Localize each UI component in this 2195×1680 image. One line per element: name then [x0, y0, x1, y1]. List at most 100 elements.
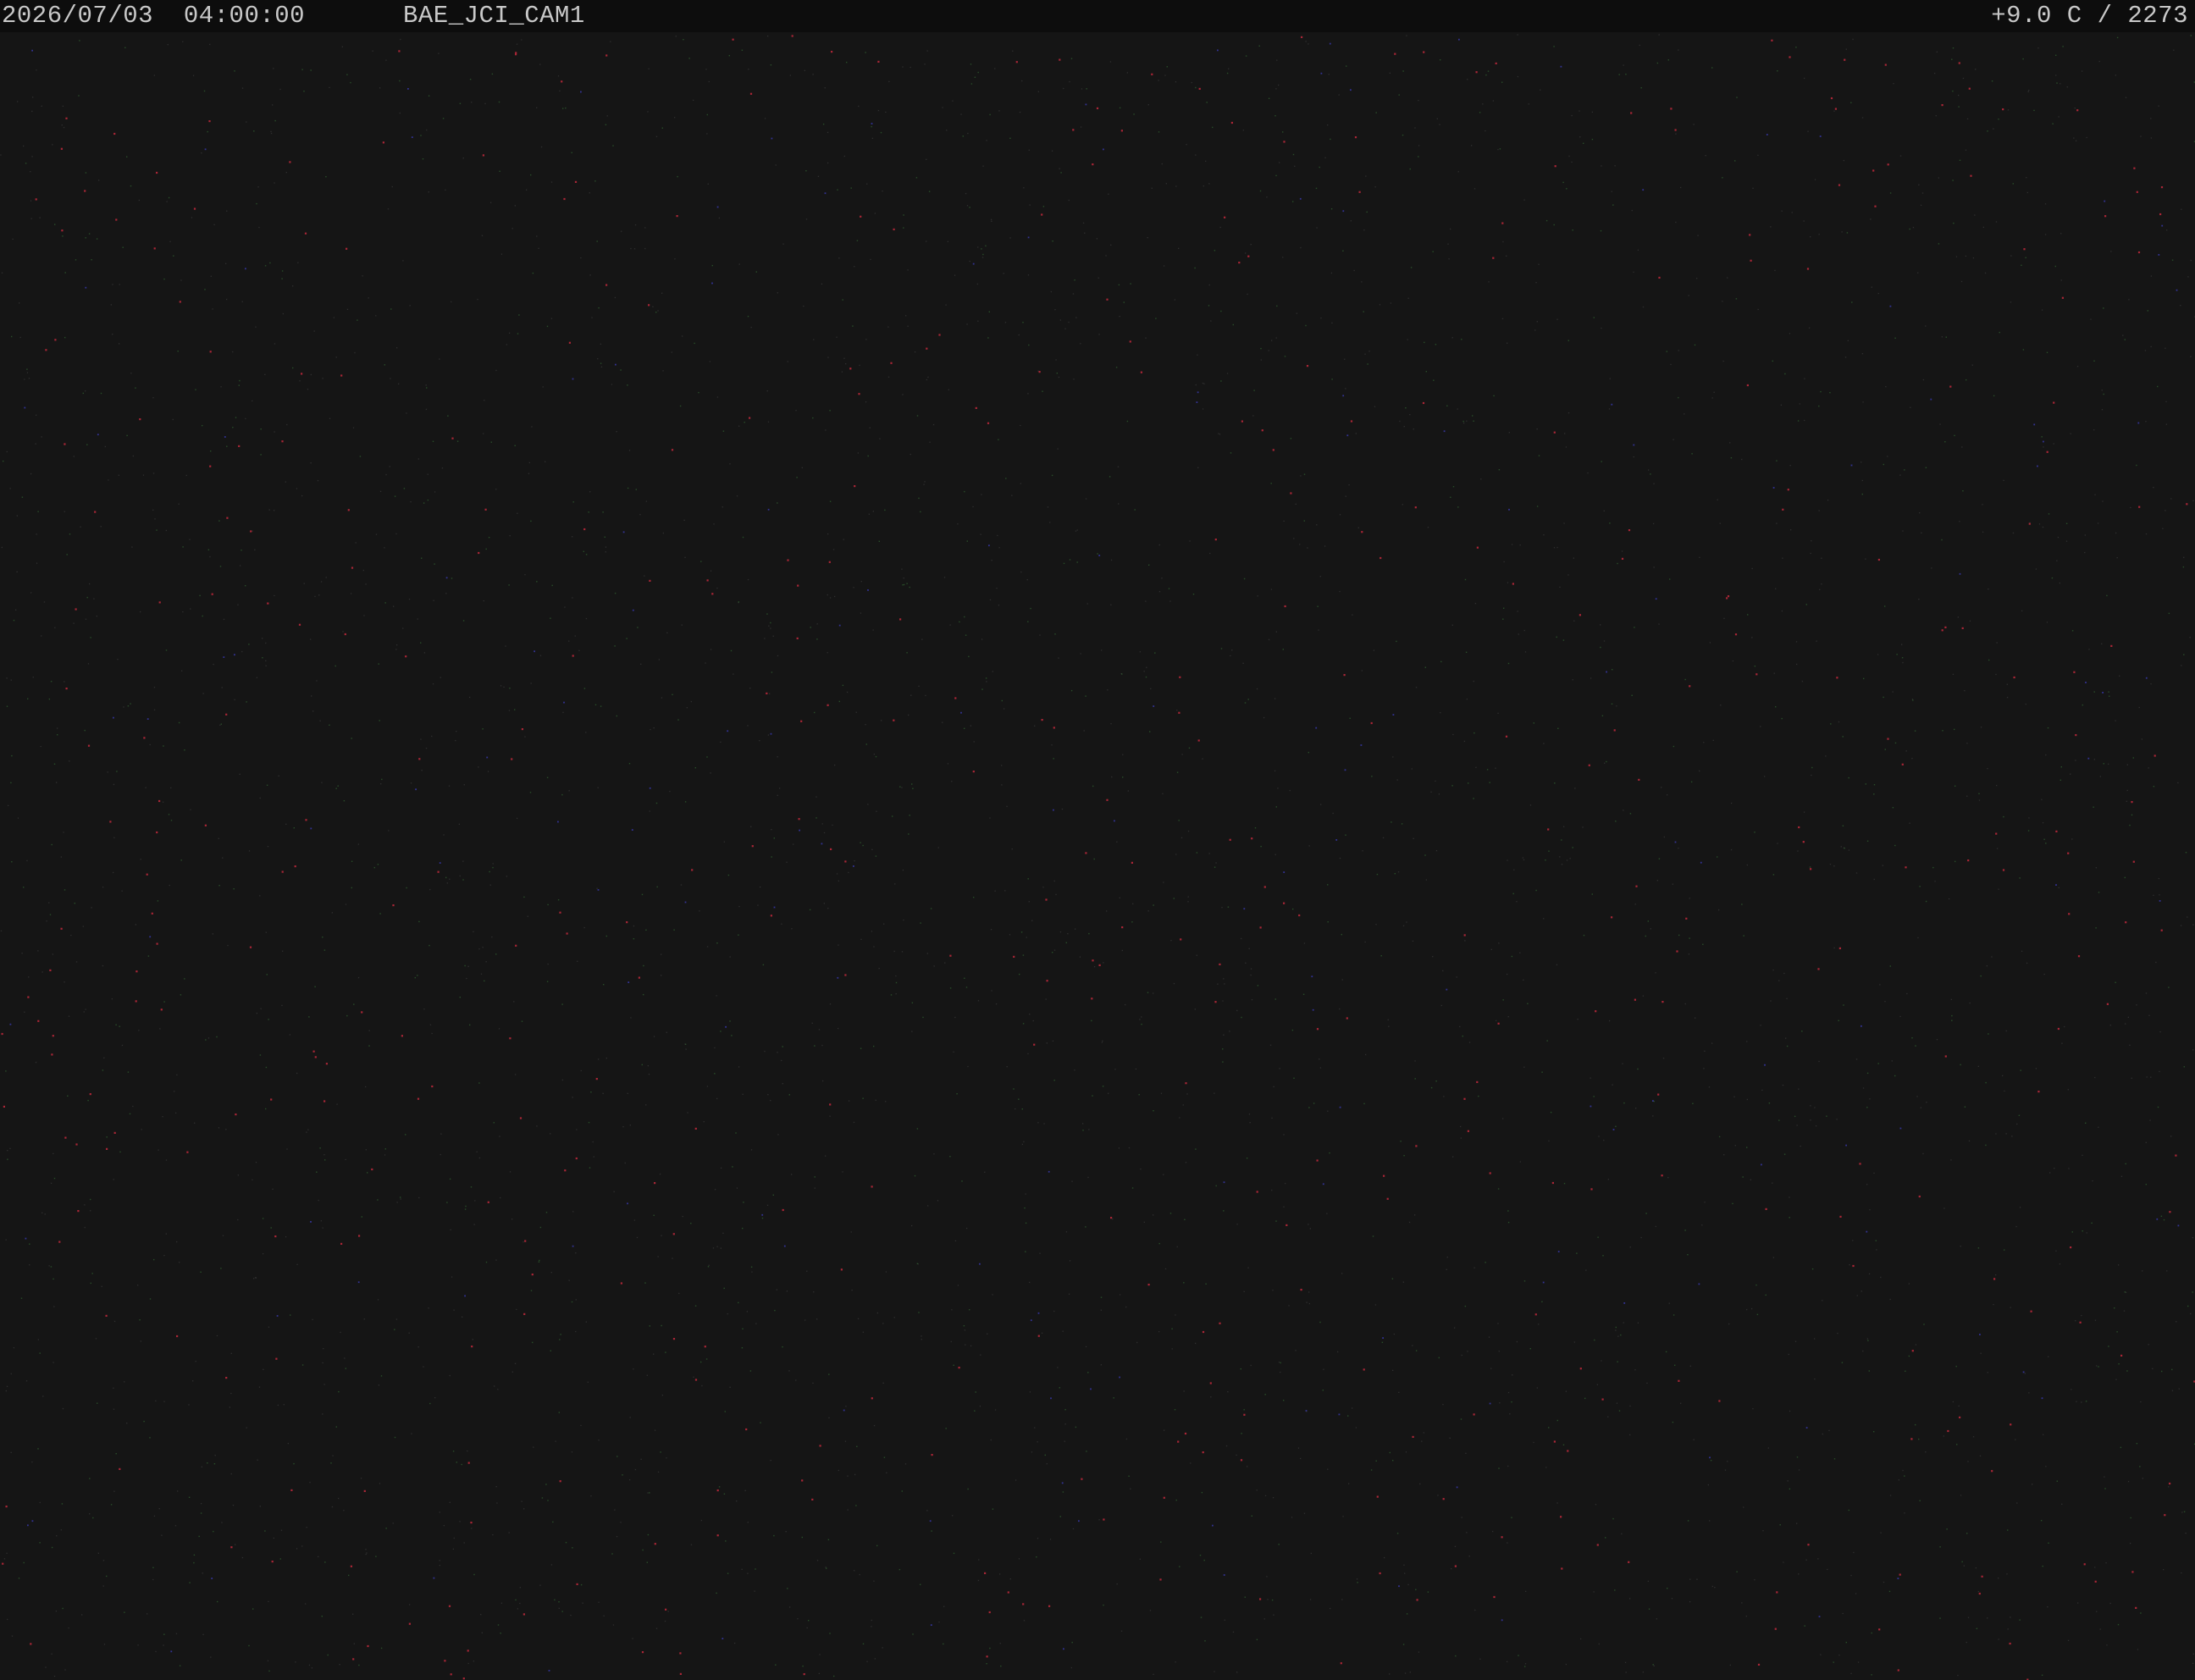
sensor-noise-pixel — [493, 1122, 495, 1124]
sensor-noise-pixel — [568, 640, 570, 642]
sensor-noise-pixel — [1226, 72, 1229, 75]
sensor-noise-pixel — [473, 1573, 475, 1576]
sensor-noise-pixel — [2138, 706, 2140, 709]
sensor-noise-pixel — [1121, 926, 1124, 929]
sensor-noise-pixel — [872, 629, 874, 631]
sensor-noise-pixel — [1070, 1666, 1072, 1669]
sensor-noise-pixel — [1648, 469, 1650, 471]
sensor-noise-pixel — [1214, 1001, 1217, 1003]
sensor-noise-pixel — [1149, 731, 1151, 732]
sensor-noise-pixel — [1451, 785, 1453, 787]
sensor-noise-pixel — [42, 1395, 44, 1397]
sensor-noise-pixel — [464, 964, 466, 967]
sensor-noise-pixel — [1362, 850, 1363, 852]
sensor-noise-pixel — [797, 584, 799, 587]
sensor-noise-pixel — [1029, 204, 1031, 206]
sensor-noise-pixel — [519, 1117, 522, 1119]
sensor-noise-pixel — [680, 884, 683, 886]
sensor-noise-pixel — [572, 1211, 574, 1213]
sensor-noise-pixel — [1786, 998, 1788, 999]
sensor-noise-pixel — [6, 677, 8, 679]
sensor-noise-pixel — [1392, 1460, 1394, 1462]
sensor-noise-pixel — [358, 1235, 361, 1237]
sensor-noise-pixel — [920, 511, 921, 513]
sensor-noise-pixel — [1608, 408, 1611, 410]
sensor-noise-pixel — [1319, 166, 1320, 169]
sensor-noise-pixel — [400, 1196, 401, 1198]
sensor-noise-pixel — [1833, 1661, 1834, 1663]
sensor-noise-pixel — [2133, 167, 2136, 169]
sensor-noise-pixel — [1118, 503, 1120, 505]
sensor-noise-pixel — [1474, 1609, 1476, 1611]
sensor-noise-pixel — [707, 1266, 710, 1268]
sensor-noise-pixel — [1718, 1400, 1721, 1402]
sensor-noise-pixel — [411, 136, 413, 138]
sensor-noise-pixel — [1878, 1628, 1881, 1631]
sensor-noise-pixel — [1039, 1252, 1041, 1254]
sensor-noise-pixel — [149, 743, 151, 746]
sensor-noise-pixel — [56, 1535, 58, 1537]
sensor-noise-pixel — [559, 1339, 561, 1340]
sensor-noise-pixel — [1029, 1391, 1031, 1393]
camera-id-label: BAE_JCI_CAM1 — [403, 2, 585, 30]
sensor-noise-pixel — [121, 890, 123, 892]
sensor-noise-pixel — [1650, 928, 1651, 930]
sensor-noise-pixel — [165, 529, 167, 532]
sensor-noise-pixel — [1308, 1291, 1310, 1293]
sensor-noise-pixel — [1732, 1202, 1733, 1205]
sensor-noise-pixel — [385, 59, 387, 61]
sensor-noise-pixel — [190, 608, 191, 610]
sensor-noise-pixel — [92, 1517, 94, 1519]
sensor-noise-pixel — [1091, 998, 1093, 1000]
sensor-noise-pixel — [1642, 995, 1644, 997]
sensor-noise-pixel — [2190, 356, 2192, 357]
sensor-noise-pixel — [2120, 1354, 2123, 1357]
sensor-noise-pixel — [770, 622, 771, 624]
sensor-noise-pixel — [2106, 1644, 2108, 1646]
sensor-noise-pixel — [1545, 219, 1548, 222]
sensor-noise-pixel — [1919, 886, 1921, 887]
sensor-noise-pixel — [870, 258, 871, 261]
sensor-noise-pixel — [682, 335, 683, 337]
sensor-noise-pixel — [741, 1568, 743, 1570]
sensor-noise-pixel — [35, 198, 37, 201]
sensor-noise-pixel — [583, 528, 586, 531]
sensor-noise-pixel — [344, 633, 346, 636]
sensor-noise-pixel — [1502, 999, 1504, 1001]
sensor-noise-pixel — [918, 497, 920, 500]
sensor-noise-pixel — [421, 557, 423, 559]
sensor-noise-pixel — [127, 705, 130, 707]
sensor-noise-pixel — [2118, 1363, 2120, 1365]
sensor-noise-pixel — [1068, 199, 1070, 202]
sensor-noise-pixel — [1020, 483, 1021, 484]
sensor-noise-pixel — [285, 172, 287, 174]
sensor-noise-pixel — [572, 655, 574, 657]
sensor-noise-pixel — [1260, 347, 1262, 350]
sensor-noise-pixel — [78, 95, 80, 97]
sensor-noise-pixel — [1975, 1567, 1977, 1569]
sensor-noise-pixel — [1415, 1589, 1417, 1590]
sensor-noise-pixel — [365, 1149, 367, 1151]
sensor-noise-pixel — [67, 1095, 69, 1097]
sensor-noise-pixel — [798, 818, 800, 821]
sensor-noise-pixel — [21, 496, 24, 498]
sensor-noise-pixel — [873, 1424, 876, 1427]
sensor-noise-pixel — [1365, 1053, 1367, 1056]
sensor-noise-pixel — [1175, 1661, 1176, 1663]
sensor-noise-pixel — [1374, 1304, 1377, 1306]
sensor-noise-pixel — [2156, 1218, 2159, 1220]
sensor-noise-pixel — [1897, 1578, 1899, 1579]
sensor-noise-pixel — [1567, 1450, 1569, 1452]
sensor-noise-pixel — [2103, 307, 2104, 309]
sensor-noise-pixel — [1488, 1336, 1490, 1338]
sensor-noise-pixel — [550, 181, 553, 183]
sensor-noise-pixel — [2108, 691, 2109, 693]
sensor-noise-pixel — [1566, 188, 1567, 190]
sensor-noise-pixel — [124, 47, 126, 48]
sensor-noise-pixel — [1223, 1181, 1225, 1184]
sensor-noise-pixel — [1967, 1616, 1970, 1618]
sensor-noise-pixel — [1950, 998, 1952, 1000]
sensor-noise-pixel — [2187, 276, 2189, 278]
sensor-noise-pixel — [606, 115, 608, 117]
sensor-noise-pixel — [1308, 1302, 1310, 1305]
